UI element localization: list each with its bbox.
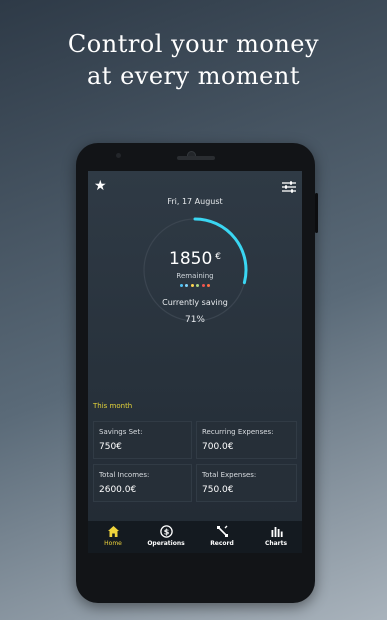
nav-label: Operations [147,540,185,547]
nav-operations[interactable]: $ Operations [138,521,194,553]
nav-record[interactable]: Record [194,521,250,553]
amount-value: 1850 [169,249,213,269]
phone-sensor [116,153,121,158]
svg-text:$: $ [163,527,169,536]
record-icon [216,525,228,537]
savings-gauge [143,217,248,322]
remaining-amount: 1850 € [140,249,250,269]
category-dot [201,284,205,287]
promo-headline-line2: at every moment [87,62,300,90]
category-dot [196,284,200,287]
bottom-navigation: Home $ Operations Record Charts [88,521,302,553]
nav-label: Charts [264,540,288,547]
home-icon [107,526,119,537]
card-value: 750€ [99,442,122,452]
phone-speaker [177,156,215,160]
card-value: 2600.0€ [99,485,137,495]
card-total-incomes[interactable]: Total Incomes: 2600.0€ [93,464,192,502]
filter-settings-icon[interactable] [282,181,296,193]
currency-symbol: € [215,252,221,262]
card-label: Total Expenses: [202,471,257,479]
dollar-icon: $ [159,525,173,538]
month-section-title: This month [93,402,133,410]
nav-label: Home [104,540,122,547]
category-dot [207,284,211,287]
nav-charts[interactable]: Charts [250,521,302,553]
card-label: Savings Set: [99,428,143,436]
card-value: 750.0€ [202,485,234,495]
remaining-label: Remaining [176,272,214,280]
promo-headline-line1: Control your money [67,30,320,58]
card-label: Total Incomes: [99,471,150,479]
card-savings-set[interactable]: Savings Set: 750€ [93,421,192,459]
star-icon[interactable]: ★ [94,179,108,193]
nav-home[interactable]: Home [88,521,138,553]
saving-percent: 71% [184,315,205,325]
card-value: 700.0€ [202,442,234,452]
phone-frame: ★ Fri, 17 August 1850 € Remaining Current… [76,143,318,603]
category-dot [190,284,194,287]
current-date: Fri, 17 August [167,197,223,206]
card-recurring-expenses[interactable]: Recurring Expenses: 700.0€ [196,421,297,459]
category-dot [185,284,189,287]
phone-side-button [315,193,318,233]
card-label: Recurring Expenses: [202,428,274,436]
nav-label: Record [210,540,234,547]
category-dots [88,284,302,287]
saving-label: Currently saving [162,298,228,307]
category-dot [179,284,183,287]
app-screen: ★ Fri, 17 August 1850 € Remaining Current… [88,171,302,553]
card-total-expenses[interactable]: Total Expenses: 750.0€ [196,464,297,502]
chart-icon [271,527,283,537]
